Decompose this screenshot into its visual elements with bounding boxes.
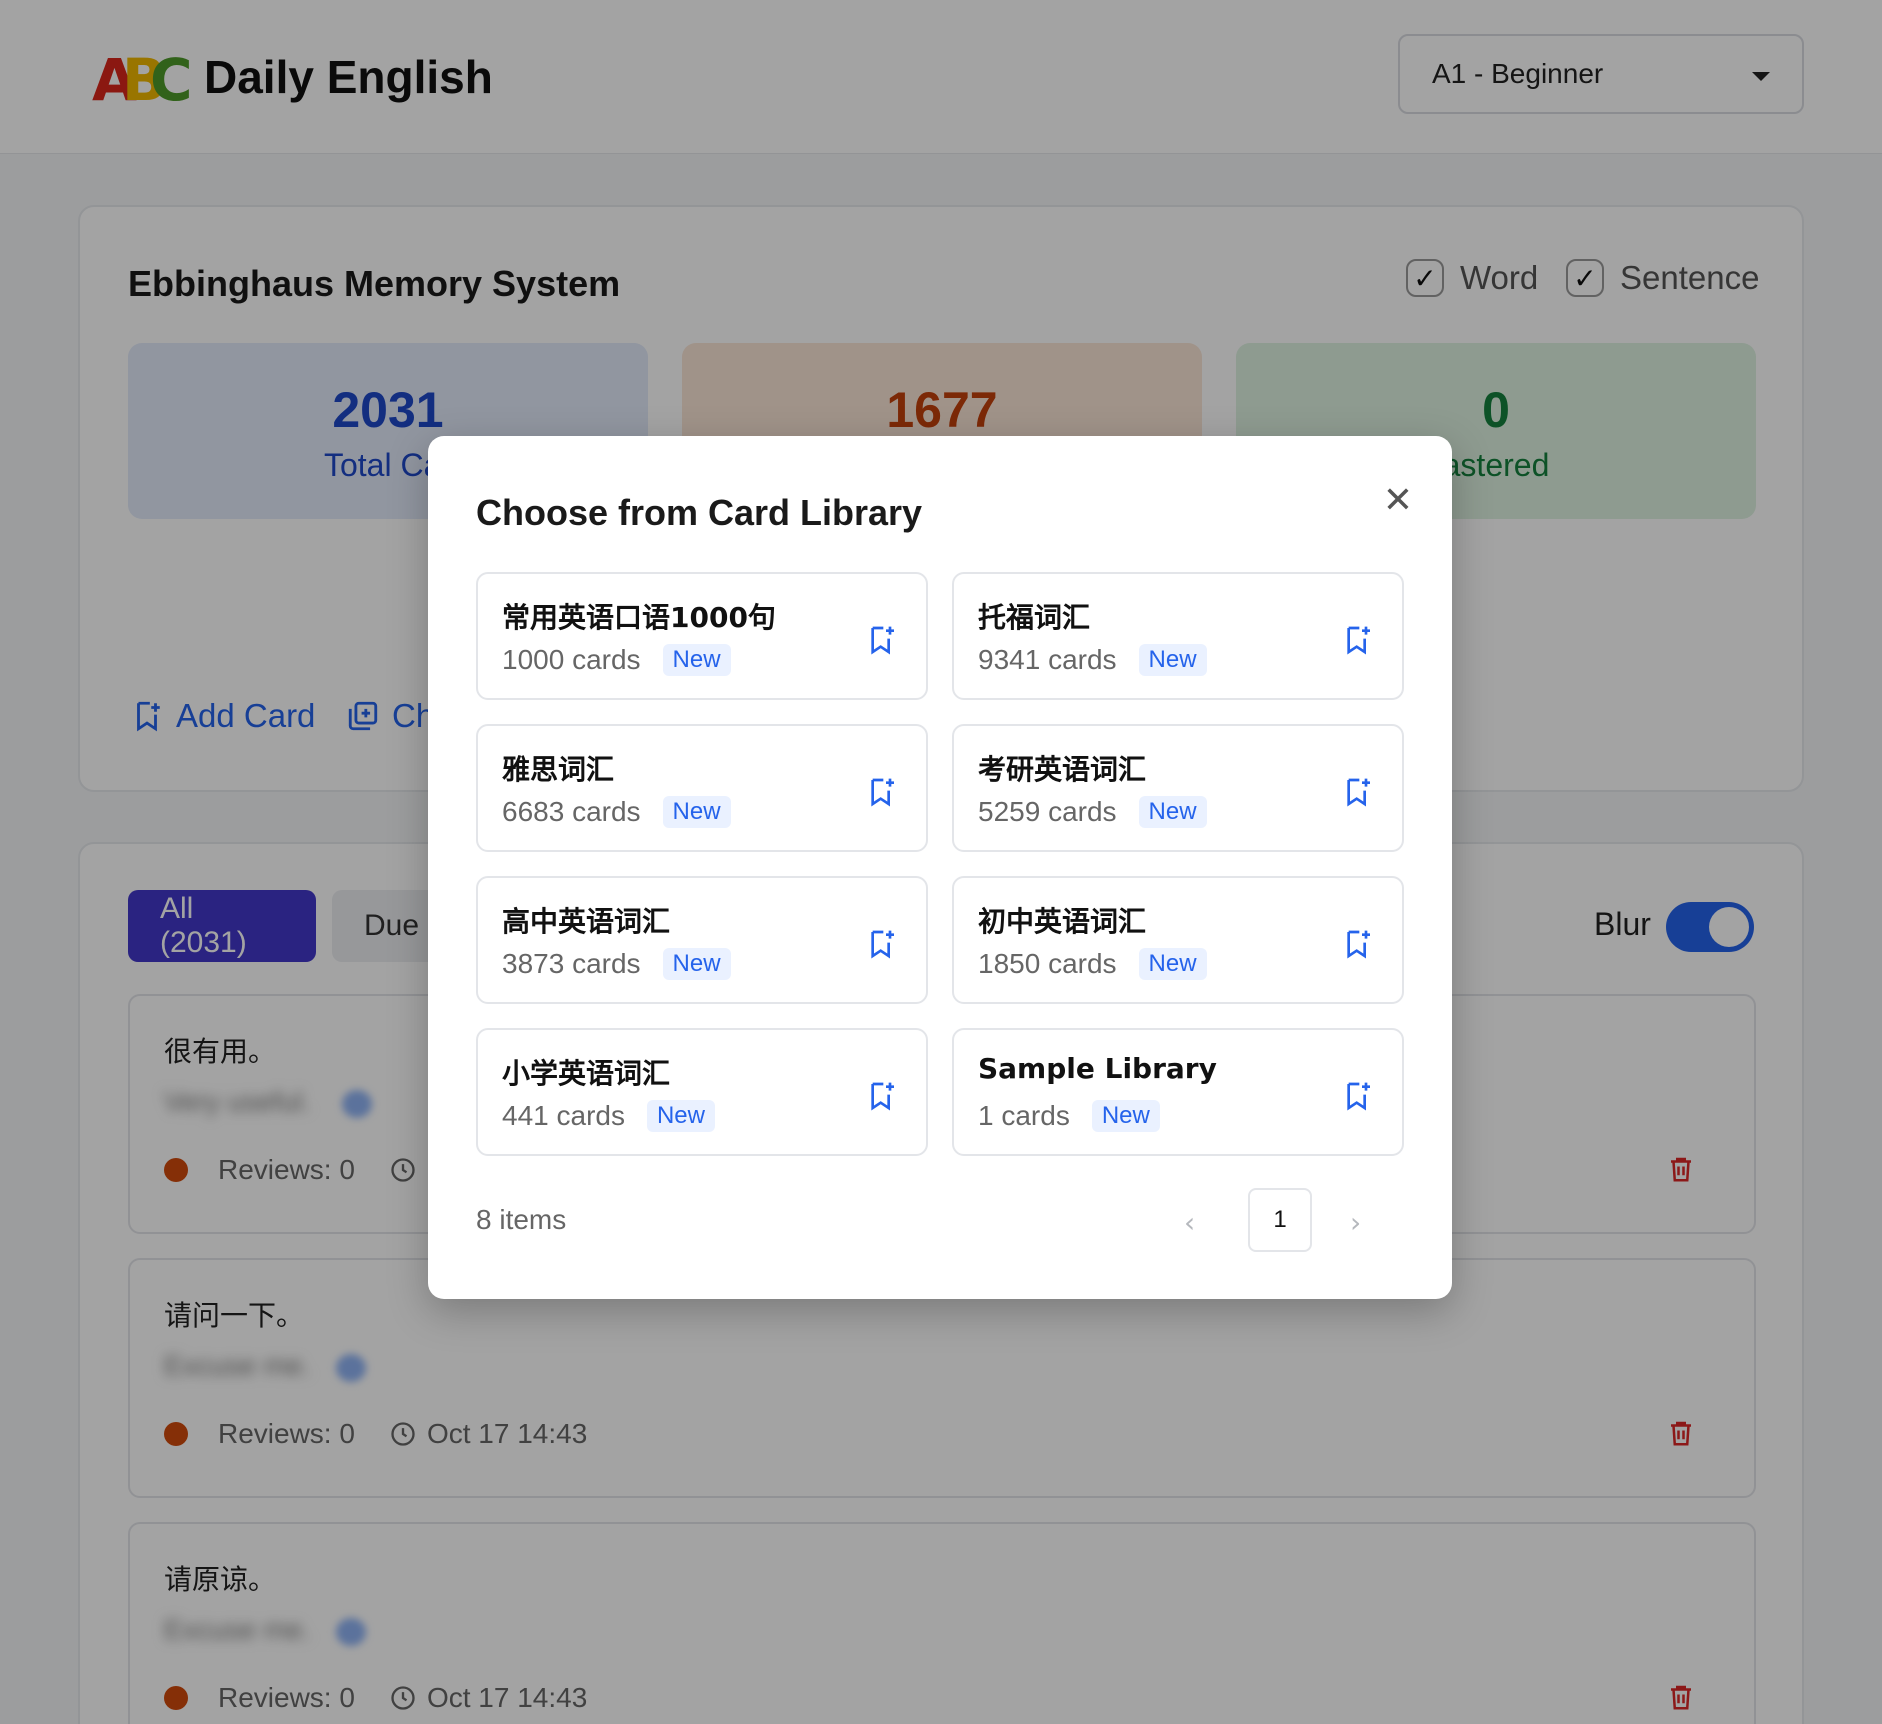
new-badge: New bbox=[1138, 644, 1207, 676]
library-meta: 5259 cards New bbox=[978, 796, 1207, 828]
library-count: 1 cards bbox=[978, 1100, 1070, 1131]
library-name: 初中英语词汇 bbox=[978, 905, 1147, 938]
new-badge: New bbox=[1138, 948, 1207, 980]
library-meta: 441 cards New bbox=[502, 1100, 715, 1132]
new-badge: New bbox=[646, 1100, 715, 1132]
library-meta: 1 cards New bbox=[978, 1100, 1160, 1132]
bookmark-plus-icon[interactable] bbox=[1342, 622, 1374, 658]
bookmark-plus-icon[interactable] bbox=[1342, 1078, 1374, 1114]
new-badge: New bbox=[1138, 796, 1207, 828]
library-item[interactable]: 常用英语口语1000句 1000 cards New bbox=[476, 572, 928, 700]
pagination-next-icon[interactable]: › bbox=[1350, 1206, 1361, 1239]
library-meta: 1850 cards New bbox=[978, 948, 1207, 980]
library-name: Sample Library bbox=[978, 1052, 1217, 1085]
new-badge: New bbox=[1091, 1100, 1160, 1132]
library-item[interactable]: 小学英语词汇 441 cards New bbox=[476, 1028, 928, 1156]
bookmark-plus-icon[interactable] bbox=[866, 774, 898, 810]
library-name: 托福词汇 bbox=[978, 601, 1091, 634]
library-item[interactable]: 考研英语词汇 5259 cards New bbox=[952, 724, 1404, 852]
library-item[interactable]: Sample Library 1 cards New bbox=[952, 1028, 1404, 1156]
library-name: 常用英语口语1000句 bbox=[502, 601, 776, 634]
library-name: 雅思词汇 bbox=[502, 753, 615, 786]
library-name: 小学英语词汇 bbox=[502, 1057, 671, 1090]
library-count: 1850 cards bbox=[978, 948, 1117, 979]
library-meta: 9341 cards New bbox=[978, 644, 1207, 676]
new-badge: New bbox=[662, 644, 731, 676]
library-name: 考研英语词汇 bbox=[978, 753, 1147, 786]
card-library-modal: Choose from Card Library ✕ 常用英语口语1000句 1… bbox=[428, 436, 1452, 1299]
bookmark-plus-icon[interactable] bbox=[866, 622, 898, 658]
library-count: 6683 cards bbox=[502, 796, 641, 827]
library-count: 3873 cards bbox=[502, 948, 641, 979]
new-badge: New bbox=[662, 796, 731, 828]
new-badge: New bbox=[662, 948, 731, 980]
library-count: 9341 cards bbox=[978, 644, 1117, 675]
library-item[interactable]: 雅思词汇 6683 cards New bbox=[476, 724, 928, 852]
library-name: 高中英语词汇 bbox=[502, 905, 671, 938]
library-meta: 1000 cards New bbox=[502, 644, 731, 676]
modal-title: Choose from Card Library bbox=[476, 492, 923, 533]
pagination-page-1[interactable]: 1 bbox=[1248, 1188, 1312, 1252]
library-count: 1000 cards bbox=[502, 644, 641, 675]
library-item[interactable]: 高中英语词汇 3873 cards New bbox=[476, 876, 928, 1004]
library-item[interactable]: 托福词汇 9341 cards New bbox=[952, 572, 1404, 700]
close-icon[interactable]: ✕ bbox=[1374, 476, 1422, 524]
bookmark-plus-icon[interactable] bbox=[866, 1078, 898, 1114]
library-item[interactable]: 初中英语词汇 1850 cards New bbox=[952, 876, 1404, 1004]
library-meta: 3873 cards New bbox=[502, 948, 731, 980]
pagination-prev-icon[interactable]: ‹ bbox=[1184, 1206, 1195, 1239]
library-count: 5259 cards bbox=[978, 796, 1117, 827]
library-count: 441 cards bbox=[502, 1100, 625, 1131]
bookmark-plus-icon[interactable] bbox=[1342, 774, 1374, 810]
library-meta: 6683 cards New bbox=[502, 796, 731, 828]
bookmark-plus-icon[interactable] bbox=[866, 926, 898, 962]
pagination-info: 8 items bbox=[476, 1204, 567, 1235]
bookmark-plus-icon[interactable] bbox=[1342, 926, 1374, 962]
